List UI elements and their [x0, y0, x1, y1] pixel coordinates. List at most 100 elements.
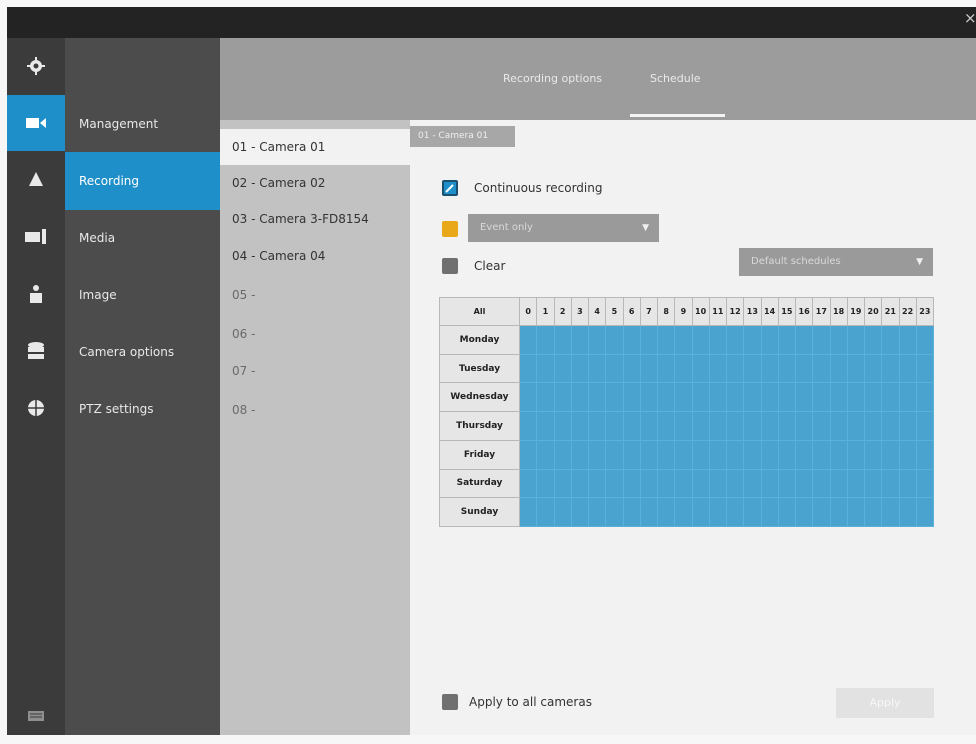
- schedule-cell[interactable]: [622, 497, 641, 527]
- schedule-cell[interactable]: [605, 382, 624, 413]
- hour-header[interactable]: 22: [898, 297, 917, 326]
- schedule-cell[interactable]: [777, 411, 797, 441]
- schedule-cell[interactable]: [605, 468, 624, 499]
- schedule-cell[interactable]: [760, 439, 779, 470]
- schedule-cell[interactable]: [553, 497, 572, 527]
- day-label[interactable]: Sunday: [439, 497, 520, 527]
- menu-item-recording[interactable]: Recording: [65, 152, 220, 210]
- schedule-cell[interactable]: [915, 353, 935, 384]
- schedule-cell[interactable]: [536, 411, 555, 441]
- schedule-cell[interactable]: [708, 411, 728, 441]
- select-all-cell[interactable]: All: [439, 297, 520, 326]
- schedule-cell[interactable]: [812, 325, 831, 355]
- schedule-cell[interactable]: [743, 411, 762, 441]
- schedule-cell[interactable]: [708, 439, 728, 470]
- menu-item-media[interactable]: Media: [65, 209, 220, 267]
- default-schedules-dropdown[interactable]: Default schedules ▼: [739, 248, 933, 276]
- schedule-cell[interactable]: [794, 382, 814, 413]
- schedule-cell[interactable]: [587, 497, 607, 527]
- schedule-cell[interactable]: [691, 439, 710, 470]
- schedule-cell[interactable]: [639, 439, 659, 470]
- schedule-cell[interactable]: [639, 468, 659, 499]
- schedule-cell[interactable]: [553, 325, 572, 355]
- camera-item[interactable]: 06 -: [220, 316, 410, 352]
- hour-header[interactable]: 18: [829, 297, 848, 326]
- schedule-grid[interactable]: All 0 1 2 3 4 5 6 7 8 9 10 11 12 13 14 15 16 17 18 19 20 21 22…: [439, 297, 935, 527]
- schedule-cell[interactable]: [674, 382, 693, 413]
- schedule-cell[interactable]: [915, 497, 935, 527]
- event-mode-dropdown[interactable]: Event only ▼: [468, 214, 659, 242]
- schedule-cell[interactable]: [587, 353, 607, 384]
- schedule-cell[interactable]: [794, 497, 814, 527]
- schedule-cell[interactable]: [553, 468, 572, 499]
- schedule-cell[interactable]: [570, 497, 590, 527]
- menu-item-image[interactable]: Image: [65, 266, 220, 324]
- schedule-cell[interactable]: [915, 468, 935, 499]
- schedule-cell[interactable]: [777, 382, 797, 413]
- schedule-cell[interactable]: [587, 325, 607, 355]
- hour-header[interactable]: 1: [536, 297, 555, 326]
- schedule-cell[interactable]: [518, 382, 538, 413]
- schedule-cell[interactable]: [777, 497, 797, 527]
- schedule-cell[interactable]: [846, 411, 866, 441]
- schedule-cell[interactable]: [536, 353, 555, 384]
- schedule-cell[interactable]: [570, 325, 590, 355]
- schedule-cell[interactable]: [881, 353, 900, 384]
- camera-button[interactable]: [7, 95, 65, 151]
- schedule-cell[interactable]: [725, 439, 745, 470]
- camera-item[interactable]: 01 - Camera 01: [220, 129, 410, 165]
- hour-header[interactable]: 14: [760, 297, 779, 326]
- hour-header[interactable]: 5: [605, 297, 624, 326]
- schedule-cell[interactable]: [777, 353, 797, 384]
- day-label[interactable]: Friday: [439, 439, 520, 470]
- schedule-cell[interactable]: [846, 497, 866, 527]
- schedule-cell[interactable]: [794, 325, 814, 355]
- schedule-cell[interactable]: [898, 382, 917, 413]
- camera-item[interactable]: 04 - Camera 04: [220, 238, 410, 274]
- schedule-cell[interactable]: [846, 353, 866, 384]
- schedule-cell[interactable]: [656, 325, 676, 355]
- schedule-cell[interactable]: [725, 468, 745, 499]
- schedule-cell[interactable]: [518, 411, 538, 441]
- schedule-cell[interactable]: [691, 382, 710, 413]
- hour-header[interactable]: 9: [674, 297, 693, 326]
- menu-item-ptz-settings[interactable]: PTZ settings: [65, 380, 220, 438]
- schedule-cell[interactable]: [777, 325, 797, 355]
- schedule-cell[interactable]: [881, 411, 900, 441]
- schedule-cell[interactable]: [829, 353, 848, 384]
- schedule-cell[interactable]: [622, 382, 641, 413]
- schedule-cell[interactable]: [656, 468, 676, 499]
- schedule-cell[interactable]: [760, 325, 779, 355]
- schedule-cell[interactable]: [708, 382, 728, 413]
- schedule-cell[interactable]: [829, 325, 848, 355]
- schedule-cell[interactable]: [915, 382, 935, 413]
- schedule-cell[interactable]: [725, 353, 745, 384]
- schedule-cell[interactable]: [846, 325, 866, 355]
- schedule-cell[interactable]: [674, 325, 693, 355]
- schedule-cell[interactable]: [708, 497, 728, 527]
- schedule-cell[interactable]: [777, 439, 797, 470]
- schedule-cell[interactable]: [794, 439, 814, 470]
- schedule-cell[interactable]: [674, 468, 693, 499]
- day-label[interactable]: Monday: [439, 325, 520, 355]
- schedule-cell[interactable]: [760, 411, 779, 441]
- hour-header[interactable]: 3: [570, 297, 590, 326]
- apply-button[interactable]: Apply: [836, 688, 934, 718]
- schedule-cell[interactable]: [674, 411, 693, 441]
- schedule-cell[interactable]: [605, 439, 624, 470]
- tab-recording-options[interactable]: Recording options: [503, 72, 602, 85]
- schedule-cell[interactable]: [553, 382, 572, 413]
- schedule-cell[interactable]: [898, 439, 917, 470]
- schedule-cell[interactable]: [570, 353, 590, 384]
- event-color-swatch[interactable]: [442, 221, 458, 237]
- schedule-cell[interactable]: [691, 411, 710, 441]
- hour-header[interactable]: 12: [725, 297, 745, 326]
- schedule-cell[interactable]: [639, 411, 659, 441]
- schedule-cell[interactable]: [743, 325, 762, 355]
- day-label[interactable]: Saturday: [439, 468, 520, 499]
- menu-item-management[interactable]: Management: [65, 95, 220, 153]
- schedule-cell[interactable]: [898, 353, 917, 384]
- schedule-cell[interactable]: [760, 353, 779, 384]
- schedule-cell[interactable]: [674, 497, 693, 527]
- schedule-cell[interactable]: [863, 468, 883, 499]
